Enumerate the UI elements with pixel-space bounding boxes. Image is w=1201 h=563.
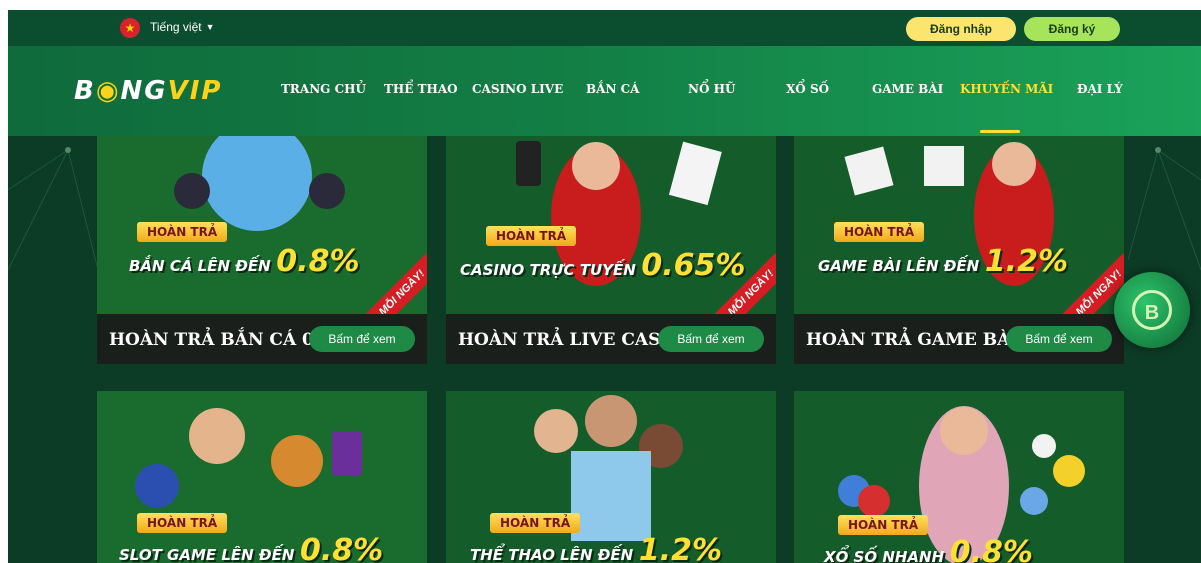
promo-line: CASINO TRỰC TUYẾN — [460, 261, 636, 279]
promo-banner[interactable]: HOÀN TRẢ BẮN CÁ LÊN ĐẾN 0.8% MỖI NGÀY! — [97, 136, 427, 314]
view-button[interactable]: Bấm để xem — [1006, 326, 1112, 352]
promo-headline: GAME BÀI LÊN ĐẾN 1.2% — [818, 244, 1068, 279]
promo-headline: SLOT GAME LÊN ĐẾN 0.8% — [119, 533, 383, 563]
main-nav: B◉NGVIP TRANG CHỦ THỂ THAO CASINO LIVE B… — [8, 46, 1201, 136]
language-label: Tiếng việt — [150, 20, 202, 34]
promo-tag: HOÀN TRẢ — [838, 515, 929, 535]
promo-percent: 1.2% — [984, 244, 1069, 279]
nav-casino-live[interactable]: CASINO LIVE — [472, 82, 563, 96]
nav-trang-chu[interactable]: TRANG CHỦ — [281, 82, 366, 96]
promo-banner[interactable]: HOÀN TRẢ XỔ SỐ NHANH 0.8% — [794, 391, 1124, 563]
promo-banner[interactable]: HOÀN TRẢ CASINO TRỰC TUYẾN 0.65% MỖI NGÀ… — [446, 136, 776, 314]
promo-line: THỂ THAO LÊN ĐẾN — [470, 546, 634, 563]
register-button[interactable]: Đăng ký — [1024, 17, 1120, 41]
card-title: HOÀN TRẢ GAME BÀI... — [806, 330, 1037, 350]
promo-tag: HOÀN TRẢ — [486, 226, 577, 246]
promo-card[interactable]: HOÀN TRẢ THỂ THAO LÊN ĐẾN 1.2% — [446, 391, 776, 563]
promo-card[interactable]: HOÀN TRẢ SLOT GAME LÊN ĐẾN 0.8% — [97, 391, 427, 563]
card-footer: HOÀN TRẢ GAME BÀI... Bấm để xem — [794, 314, 1124, 364]
promo-card[interactable]: HOÀN TRẢ XỔ SỐ NHANH 0.8% — [794, 391, 1124, 563]
promo-banner[interactable]: HOÀN TRẢ SLOT GAME LÊN ĐẾN 0.8% — [97, 391, 427, 563]
promo-percent: 0.8% — [949, 535, 1033, 563]
nav-khuyen-mai[interactable]: KHUYẾN MÃI — [960, 82, 1053, 96]
page-frame: ★ Tiếng việt ▼ Đăng nhập Đăng ký B◉NGVIP… — [8, 10, 1201, 563]
logo-part-b: B — [74, 76, 96, 106]
promo-line: GAME BÀI LÊN ĐẾN — [818, 257, 980, 275]
nav-game-bai[interactable]: GAME BÀI — [872, 82, 943, 96]
promo-headline: BẮN CÁ LÊN ĐẾN 0.8% — [129, 244, 360, 279]
nav-dai-ly[interactable]: ĐẠI LÝ — [1077, 82, 1123, 96]
logo-part-ng: NG — [120, 76, 168, 106]
promo-percent: 0.8% — [276, 244, 360, 279]
view-button[interactable]: Bấm để xem — [309, 326, 415, 352]
card-title: HOÀN TRẢ BẮN CÁ 0.... — [109, 330, 338, 350]
view-button[interactable]: Bấm để xem — [658, 326, 764, 352]
bongvip-chat-icon: B — [1132, 290, 1172, 330]
promo-line: XỔ SỐ NHANH — [824, 548, 945, 563]
top-bar: ★ Tiếng việt ▼ Đăng nhập Đăng ký — [8, 10, 1201, 46]
promo-tag: HOÀN TRẢ — [490, 513, 581, 533]
nav-no-hu[interactable]: NỔ HŨ — [688, 82, 735, 96]
promo-percent: 0.65% — [641, 248, 746, 283]
promo-tag: HOÀN TRẢ — [137, 222, 228, 242]
promo-banner[interactable]: HOÀN TRẢ GAME BÀI LÊN ĐẾN 1.2% MỖI NGÀY! — [794, 136, 1124, 314]
nav-ban-ca[interactable]: BẮN CÁ — [586, 82, 639, 96]
card-footer: HOÀN TRẢ LIVE CASI... Bấm để xem — [446, 314, 776, 364]
promo-headline: THỂ THAO LÊN ĐẾN 1.2% — [470, 533, 722, 563]
promo-headline: CASINO TRỰC TUYẾN 0.65% — [460, 248, 745, 283]
promo-tag: HOÀN TRẢ — [137, 513, 228, 533]
language-selector[interactable]: Tiếng việt ▼ — [150, 20, 215, 34]
card-footer: HOÀN TRẢ BẮN CÁ 0.... Bấm để xem — [97, 314, 427, 364]
promo-line: SLOT GAME LÊN ĐẾN — [119, 546, 295, 563]
promo-tag: HOÀN TRẢ — [834, 222, 925, 242]
promo-percent: 1.2% — [638, 533, 723, 563]
nav-the-thao[interactable]: THỂ THAO — [384, 82, 458, 96]
active-nav-indicator — [980, 130, 1020, 133]
promo-line: BẮN CÁ LÊN ĐẾN — [129, 257, 271, 275]
promo-card[interactable]: HOÀN TRẢ BẮN CÁ LÊN ĐẾN 0.8% MỖI NGÀY! H… — [97, 136, 427, 364]
logo-ball-icon: ◉ — [95, 76, 121, 106]
nav-xo-so[interactable]: XỔ SỐ — [786, 82, 829, 96]
promo-card[interactable]: HOÀN TRẢ CASINO TRỰC TUYẾN 0.65% MỖI NGÀ… — [446, 136, 776, 364]
logo-part-vip: VIP — [167, 76, 223, 106]
promo-headline: XỔ SỐ NHANH 0.8% — [824, 535, 1033, 563]
promo-percent: 0.8% — [300, 533, 384, 563]
bongvip-logo[interactable]: B◉NGVIP — [74, 76, 222, 106]
vietnam-flag-icon[interactable]: ★ — [120, 18, 140, 38]
promo-banner[interactable]: HOÀN TRẢ THỂ THAO LÊN ĐẾN 1.2% — [446, 391, 776, 563]
floating-chat-button[interactable]: B — [1114, 272, 1190, 348]
card-title: HOÀN TRẢ LIVE CASI... — [458, 330, 687, 350]
promo-card[interactable]: HOÀN TRẢ GAME BÀI LÊN ĐẾN 1.2% MỖI NGÀY!… — [794, 136, 1124, 364]
login-button[interactable]: Đăng nhập — [906, 17, 1016, 41]
caret-down-icon: ▼ — [205, 22, 215, 32]
